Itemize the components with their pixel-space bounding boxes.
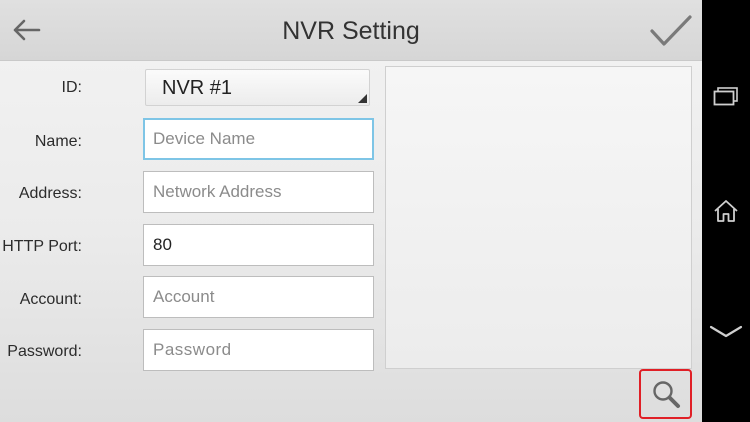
password-input[interactable] <box>143 329 374 371</box>
device-name-input[interactable] <box>143 118 374 160</box>
address-label: Address: <box>18 185 82 202</box>
device-list-panel <box>385 66 692 369</box>
checkmark-icon <box>650 15 692 46</box>
account-label: Account: <box>19 291 82 308</box>
network-address-input[interactable] <box>143 171 374 213</box>
search-button[interactable] <box>639 369 692 419</box>
account-input[interactable] <box>143 276 374 318</box>
http-port-label: HTTP Port: <box>2 238 82 255</box>
id-select-value: NVR #1 <box>162 77 233 99</box>
confirm-button[interactable] <box>644 8 698 54</box>
recent-apps-icon <box>713 87 738 106</box>
name-label: Name: <box>34 133 82 150</box>
recent-apps-button[interactable] <box>702 72 750 120</box>
id-select[interactable]: NVR #1 <box>145 69 370 106</box>
title-bar: NVR Setting <box>0 0 702 61</box>
http-port-input[interactable] <box>143 224 374 266</box>
back-nav-button[interactable] <box>702 308 750 356</box>
dropdown-triangle-icon <box>358 94 367 103</box>
magnifier-icon <box>652 381 680 408</box>
app-screen: NVR Setting ID: NVR #1 Name: Address: HT… <box>0 0 702 422</box>
home-icon <box>714 200 738 222</box>
system-nav-bar <box>702 0 750 422</box>
home-button[interactable] <box>702 187 750 235</box>
password-label: Password: <box>7 343 82 360</box>
id-label: ID: <box>61 79 82 96</box>
chevron-down-icon <box>709 325 743 338</box>
page-title: NVR Setting <box>282 17 420 45</box>
